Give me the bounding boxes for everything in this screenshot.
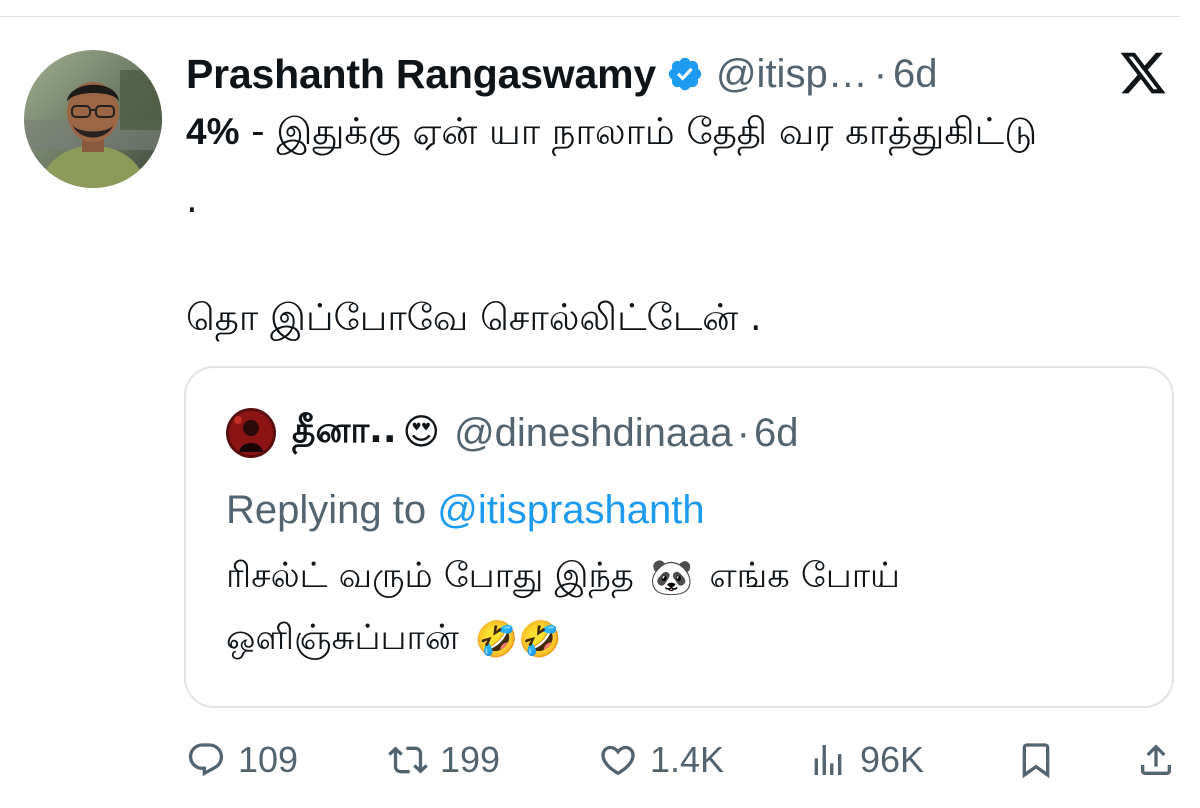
rofl-emoji-icon: 🤣🤣 (474, 619, 562, 660)
replying-to-line: Replying to @itisprashanth (226, 488, 705, 533)
like-icon (601, 745, 635, 776)
replying-to-mention[interactable]: @itisprashanth (437, 488, 704, 532)
panda-emoji-icon: 🐼 (649, 557, 694, 598)
quoted-author-avatar[interactable] (226, 408, 276, 458)
repost-count: 199 (440, 739, 501, 780)
bookmark-button[interactable] (1016, 735, 1056, 785)
bookmark-icon (1022, 743, 1050, 779)
author-avatar[interactable] (24, 50, 162, 188)
replying-to-label: Replying to (226, 488, 438, 532)
repost-button[interactable]: 199 (388, 735, 500, 785)
share-button[interactable] (1136, 735, 1176, 785)
verified-badge-icon[interactable] (666, 55, 704, 93)
quoted-separator-dot: · (736, 410, 750, 455)
post-time[interactable]: 6d (893, 52, 938, 97)
post-header: Prashanth Rangaswamy @itisp… · 6d (186, 50, 938, 98)
quoted-post-card[interactable]: தீனா.. 😍 @dineshdinaaa · 6d Replying to … (184, 366, 1174, 708)
views-icon (814, 745, 842, 775)
quoted-author-display-name[interactable]: தீனா.. (292, 410, 397, 456)
x-logo-icon[interactable] (1115, 48, 1171, 98)
quoted-text-line-1-before: ரிசல்ட் வரும் போது இந்த (226, 556, 634, 596)
post-text-line-1-rest: - இதுக்கு ஏன் யா நாலாம் தேதி வர காத்துகி… (239, 110, 1038, 153)
author-handle[interactable]: @itisp… (716, 52, 868, 97)
reply-button[interactable]: 109 (186, 735, 298, 785)
author-avatar-image (24, 50, 162, 188)
repost-icon (388, 746, 428, 774)
share-icon (1141, 744, 1171, 775)
quoted-text-line-2-text: ஒளிஞ்சுப்பான் (226, 618, 459, 658)
post-text-line-2: . (186, 178, 198, 221)
quoted-author-avatar-image (226, 408, 276, 458)
like-count: 1.4K (650, 739, 725, 780)
heart-eyes-emoji-icon: 😍 (402, 412, 441, 453)
separator-dot: · (873, 51, 888, 96)
top-divider (0, 16, 1180, 17)
post-action-bar: 109 199 1.4K 96K (186, 735, 1176, 785)
quoted-text-line-2: ஒளிஞ்சுப்பான் 🤣🤣 (226, 618, 568, 662)
quoted-author-handle[interactable]: @dineshdinaaa (454, 411, 733, 456)
like-button[interactable]: 1.4K (598, 735, 724, 785)
views-count: 96K (860, 739, 925, 780)
quoted-post-time[interactable]: 6d (754, 411, 799, 456)
reply-count: 109 (238, 739, 299, 780)
post-text-line-1: 4% - இதுக்கு ஏன் யா நாலாம் தேதி வர காத்த… (186, 110, 1037, 158)
views-button[interactable]: 96K (808, 735, 924, 785)
post-text-line-3: தொ இப்போவே சொல்லிட்டேன் . (186, 296, 762, 339)
quoted-post-header: தீனா.. 😍 @dineshdinaaa · 6d (292, 408, 798, 458)
quoted-text-line-1-after: எங்க போய் (709, 556, 901, 596)
quoted-text-line-1: ரிசல்ட் வரும் போது இந்த 🐼 எங்க போய் (226, 556, 900, 600)
author-display-name[interactable]: Prashanth Rangaswamy (186, 51, 656, 98)
post-text-percent: 4% (186, 111, 240, 152)
reply-icon (188, 743, 224, 777)
